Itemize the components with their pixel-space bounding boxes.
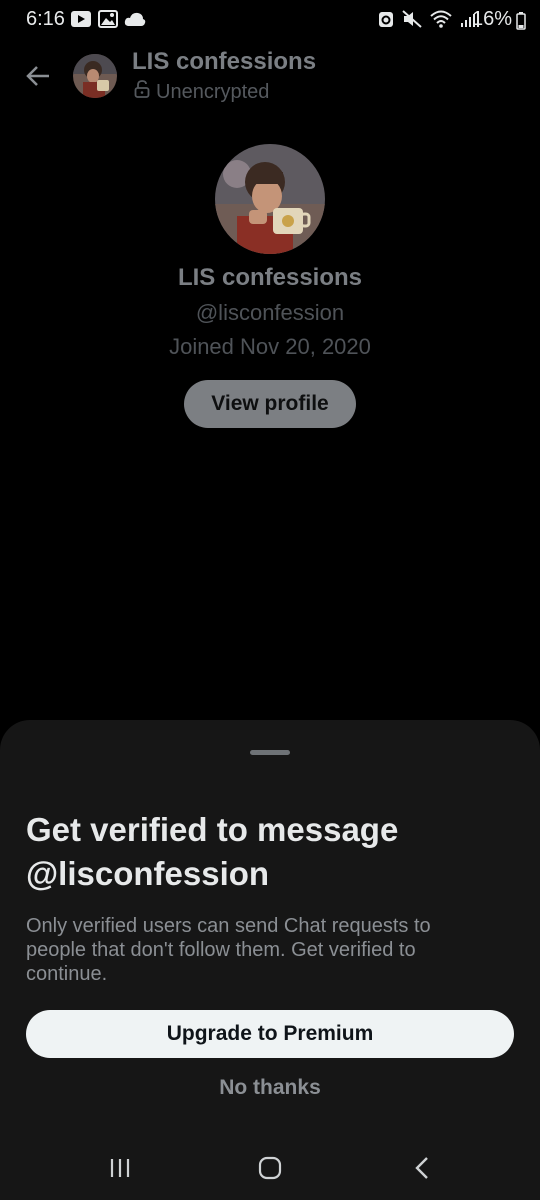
status-right-icons [378,10,480,33]
back-arrow-icon [25,65,51,92]
cloud-icon [124,11,146,32]
home-icon [258,1156,282,1185]
view-profile-button[interactable]: View profile [184,380,356,428]
back-icon [414,1156,430,1185]
back-button[interactable] [18,58,58,98]
status-bar: 6:16 16% [0,0,540,40]
profile-joined-date: Joined Nov 20, 2020 [169,334,371,359]
sheet-title: Get verified to message @lisconfession [26,811,399,892]
avatar[interactable] [73,54,117,98]
no-thanks-button[interactable]: No thanks [0,1076,540,1108]
encryption-status: Unencrypted [134,80,269,104]
youtube-icon [70,10,92,33]
recent-apps-icon [108,1157,132,1184]
battery-icon [516,12,526,35]
recent-apps-button[interactable] [100,1154,140,1186]
system-navigation-bar [0,1140,540,1200]
conversation-title: LIS confessions [132,48,317,75]
profile-handle: @lisconfession [195,300,345,325]
home-button[interactable] [250,1154,290,1186]
verification-sheet: Get verified to message @lisconfession O… [0,720,540,1140]
system-back-button[interactable] [402,1154,442,1186]
profile-name: LIS confessions [177,264,363,291]
mute-icon [402,10,422,33]
status-left-icons [70,10,146,33]
battery-percent: 16% [471,8,512,30]
data-saver-icon [378,10,394,33]
gallery-icon [98,10,118,33]
encryption-label: Unencrypted [156,80,270,103]
wifi-icon [430,10,452,33]
sheet-description: Only verified users can send Chat reques… [26,915,431,985]
sheet-grab-handle[interactable] [250,750,290,755]
status-time: 6:16 [26,8,65,30]
upgrade-to-premium-button[interactable]: Upgrade to Premium [26,1010,514,1058]
profile-avatar[interactable] [215,144,325,254]
conversation-header: LIS confessions Unencrypted [0,40,540,116]
open-lock-icon [134,80,150,104]
